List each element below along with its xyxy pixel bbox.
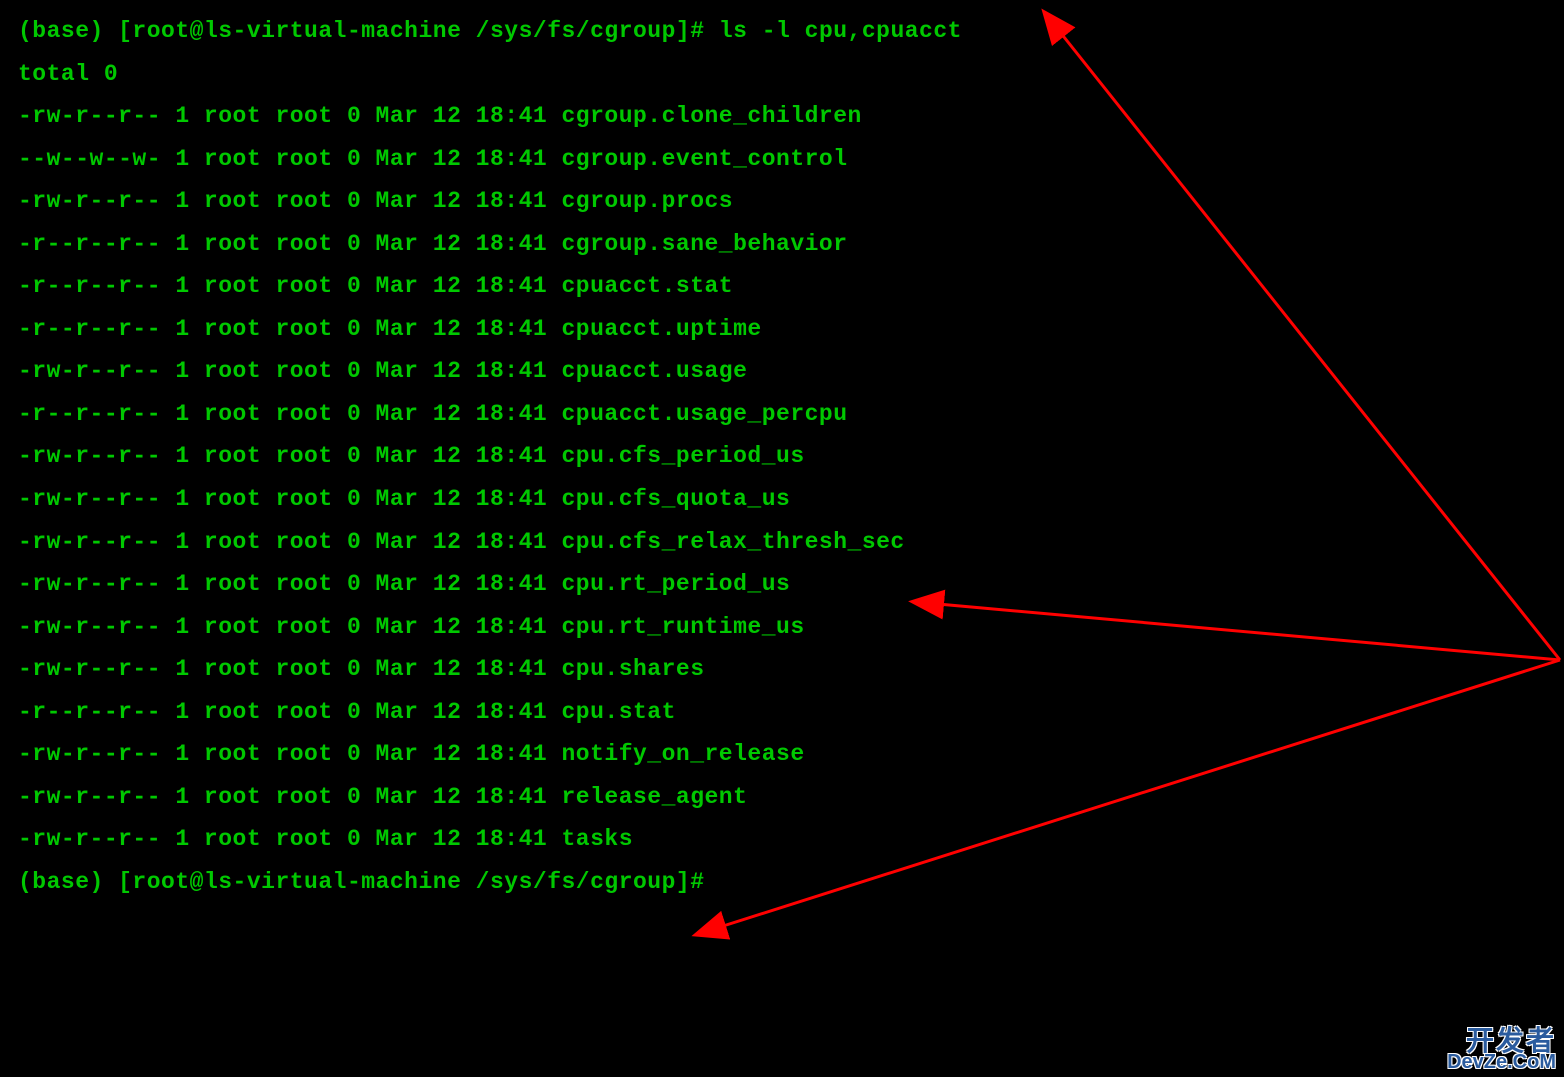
- file-row: -rw-r--r-- 1 root root 0 Mar 12 18:41 cp…: [18, 350, 1546, 393]
- prompt-env: (base): [18, 869, 118, 895]
- watermark-bottom: DevZe.CoM: [1447, 1053, 1556, 1071]
- total-line: total 0: [18, 53, 1546, 96]
- command-text: ls -l cpu,cpuacct: [719, 18, 962, 44]
- prompt-userhost: [root@ls-virtual-machine /sys/fs/cgroup]…: [118, 18, 719, 44]
- terminal-output: (base) [root@ls-virtual-machine /sys/fs/…: [18, 10, 1546, 903]
- prompt-userhost: [root@ls-virtual-machine /sys/fs/cgroup]…: [118, 869, 719, 895]
- file-row: -r--r--r-- 1 root root 0 Mar 12 18:41 cp…: [18, 393, 1546, 436]
- file-listing: -rw-r--r-- 1 root root 0 Mar 12 18:41 cg…: [18, 95, 1546, 861]
- file-row: -rw-r--r-- 1 root root 0 Mar 12 18:41 ta…: [18, 818, 1546, 861]
- file-row: -r--r--r-- 1 root root 0 Mar 12 18:41 cp…: [18, 308, 1546, 351]
- file-row: -rw-r--r-- 1 root root 0 Mar 12 18:41 cp…: [18, 435, 1546, 478]
- file-row: -rw-r--r-- 1 root root 0 Mar 12 18:41 cp…: [18, 563, 1546, 606]
- file-row: -rw-r--r-- 1 root root 0 Mar 12 18:41 cp…: [18, 521, 1546, 564]
- prompt-line-1[interactable]: (base) [root@ls-virtual-machine /sys/fs/…: [18, 10, 1546, 53]
- file-row: -rw-r--r-- 1 root root 0 Mar 12 18:41 re…: [18, 776, 1546, 819]
- file-row: -r--r--r-- 1 root root 0 Mar 12 18:41 cg…: [18, 223, 1546, 266]
- file-row: -rw-r--r-- 1 root root 0 Mar 12 18:41 cp…: [18, 648, 1546, 691]
- file-row: --w--w--w- 1 root root 0 Mar 12 18:41 cg…: [18, 138, 1546, 181]
- prompt-line-2[interactable]: (base) [root@ls-virtual-machine /sys/fs/…: [18, 861, 1546, 904]
- prompt-env: (base): [18, 18, 118, 44]
- watermark: 开发者 DevZe.CoM: [1447, 1028, 1556, 1071]
- file-row: -r--r--r-- 1 root root 0 Mar 12 18:41 cp…: [18, 265, 1546, 308]
- file-row: -rw-r--r-- 1 root root 0 Mar 12 18:41 cp…: [18, 478, 1546, 521]
- file-row: -rw-r--r-- 1 root root 0 Mar 12 18:41 cg…: [18, 95, 1546, 138]
- file-row: -rw-r--r-- 1 root root 0 Mar 12 18:41 no…: [18, 733, 1546, 776]
- file-row: -rw-r--r-- 1 root root 0 Mar 12 18:41 cp…: [18, 606, 1546, 649]
- file-row: -rw-r--r-- 1 root root 0 Mar 12 18:41 cg…: [18, 180, 1546, 223]
- watermark-top: 开发者: [1447, 1028, 1556, 1053]
- file-row: -r--r--r-- 1 root root 0 Mar 12 18:41 cp…: [18, 691, 1546, 734]
